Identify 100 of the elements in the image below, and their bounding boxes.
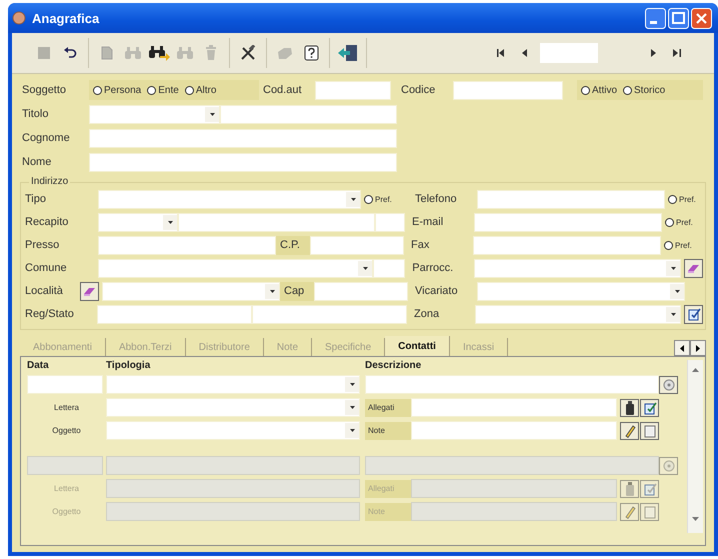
close-button[interactable] (691, 8, 712, 28)
dropdown-arrow-icon (362, 266, 368, 270)
minimize-button[interactable] (645, 8, 666, 28)
dropdown-arrow-icon (210, 112, 214, 116)
document-check-button[interactable] (684, 304, 704, 324)
bottle-button[interactable] (620, 398, 639, 416)
tab[interactable]: Contatti (385, 336, 450, 356)
field-label: Comune (24, 262, 68, 274)
binoculars-arrow-icon (148, 45, 170, 61)
document-icon (642, 504, 656, 518)
pencil-button[interactable] (620, 422, 639, 440)
help-icon (304, 45, 318, 61)
document-button[interactable] (640, 422, 659, 440)
dropdown-arrow-icon (350, 429, 354, 432)
field-label: Soggetto (21, 84, 68, 96)
document-check-icon (642, 400, 656, 414)
dropdown-arrow-icon (674, 290, 680, 292)
field-label: Vicariato (414, 285, 459, 297)
field-label: Fax (410, 239, 430, 251)
radio-button[interactable]: Attivo (581, 84, 618, 96)
binoculars-icon (124, 46, 142, 60)
field-label: Presso (24, 239, 60, 251)
field-label: Allegati (365, 398, 411, 416)
binoculars-icon (176, 46, 194, 60)
field-label: Note (365, 422, 411, 440)
field-label: Cap (280, 282, 314, 300)
eraser-icon (687, 262, 700, 274)
down-arrow-icon (692, 517, 699, 521)
pencil-icon (624, 504, 636, 518)
disc-icon (662, 378, 674, 390)
dropdown-arrow-icon (670, 266, 676, 270)
undo-icon (63, 47, 77, 59)
column-header: Data (27, 360, 50, 373)
field-label: Cognome (21, 132, 71, 144)
radio-button[interactable]: Ente (147, 84, 179, 96)
field-label: Oggetto (51, 426, 82, 435)
field-label: Nome (21, 156, 52, 168)
field-label: E-mail (411, 216, 444, 228)
field-label: Tipo (24, 193, 47, 205)
scroll-right-button[interactable] (690, 340, 706, 356)
field-label: Località (24, 285, 64, 297)
field-label: C.P. (276, 236, 310, 254)
field-label: Allegati (365, 480, 411, 498)
field-label: Recapito (24, 216, 70, 228)
first-icon (497, 49, 505, 57)
field-label: Codice (400, 84, 436, 96)
next-icon (650, 49, 656, 57)
radio-button[interactable]: Storico (623, 84, 666, 96)
field-label: Telefono (414, 193, 458, 205)
eraser-icon (83, 286, 96, 296)
document-check-icon (686, 307, 701, 321)
dropdown-arrow-icon (350, 406, 354, 409)
field-label: Zona (413, 308, 440, 320)
radio-button[interactable]: Pref. (665, 194, 696, 204)
document-icon (642, 424, 656, 438)
eraser-button[interactable] (684, 258, 703, 278)
dropdown-arrow-icon (168, 220, 172, 224)
previous-icon (522, 49, 528, 57)
field-label: Note (365, 502, 411, 520)
pencil-icon (624, 424, 636, 438)
radio-button[interactable]: Persona (93, 84, 142, 96)
column-header: Tipologia (106, 360, 152, 373)
dropdown-arrow-icon (350, 198, 356, 200)
radio-button[interactable]: Altro (184, 84, 216, 96)
radio-button[interactable]: Pref. (662, 218, 693, 226)
tools-icon (240, 45, 256, 61)
square-icon (37, 46, 51, 60)
field-label: Cod.aut (262, 84, 303, 96)
last-icon (673, 49, 681, 57)
radio-button[interactable]: Pref. (661, 240, 692, 250)
scroll-left-button[interactable] (674, 340, 690, 356)
exit-door-icon (337, 44, 359, 62)
dropdown-arrow-icon (670, 312, 676, 316)
trash-icon (205, 45, 217, 61)
group-title: Indirizzo (29, 176, 70, 187)
field-label: Oggetto (51, 507, 82, 516)
field-label: Titolo (21, 108, 50, 120)
document-check-icon (642, 482, 656, 496)
window-title: Anagrafica (32, 10, 100, 26)
bottle-icon (624, 482, 634, 496)
app-icon (12, 11, 26, 25)
dropdown-arrow-icon (350, 383, 354, 386)
left-arrow-icon (680, 344, 684, 352)
field-label: Lettera (53, 484, 80, 493)
document-check-button[interactable] (640, 398, 659, 416)
field-label: Parrocc. (411, 262, 454, 274)
scrollbar[interactable] (687, 360, 703, 533)
document-icon (101, 46, 113, 60)
maximize-button[interactable] (668, 8, 689, 28)
eraser-button[interactable] (80, 282, 99, 300)
disc-icon (662, 460, 674, 472)
up-arrow-icon (692, 368, 699, 372)
record-field[interactable] (540, 43, 598, 63)
dropdown-arrow-icon (270, 290, 274, 292)
disc-button[interactable] (659, 376, 678, 394)
right-arrow-icon (696, 344, 700, 352)
field-label: Reg/Stato (24, 308, 75, 320)
column-header: Descrizione (365, 360, 422, 373)
radio-button[interactable]: Pref. (361, 194, 408, 204)
bottle-icon (624, 400, 634, 414)
